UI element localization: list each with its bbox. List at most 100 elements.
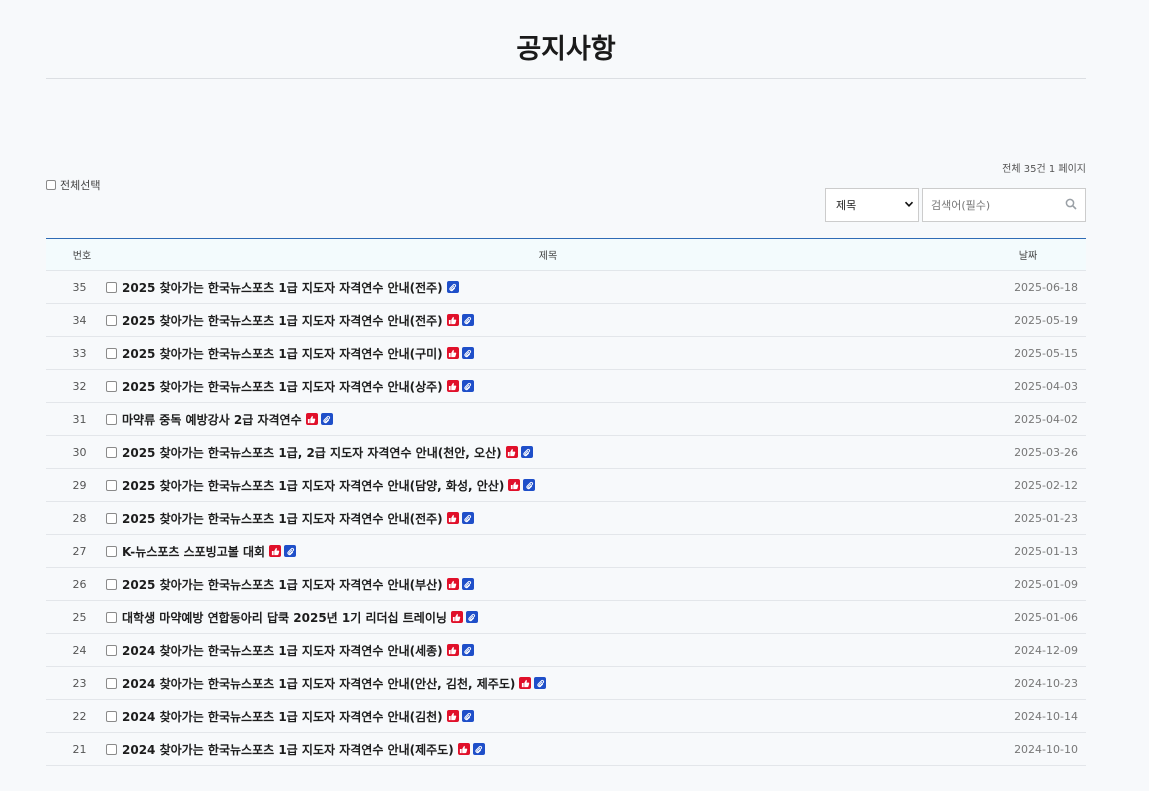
row-checkbox[interactable] [106, 446, 117, 458]
thumbs-up-icon [446, 380, 459, 392]
row-title-link[interactable]: 2024 찾아가는 한국뉴스포츠 1급 지도자 자격연수 안내(안산, 김천, … [122, 675, 515, 692]
thumbs-up-icon [446, 578, 459, 590]
row-date: 2025-01-13 [1014, 544, 1078, 558]
header-num: 번호 [72, 251, 92, 262]
table-row[interactable]: 32 2025 찾아가는 한국뉴스포츠 1급 지도자 자격연수 안내(상주) 2… [46, 370, 1086, 403]
table-row[interactable]: 28 2025 찾아가는 한국뉴스포츠 1급 지도자 자격연수 안내(전주) 2… [46, 502, 1086, 535]
row-checkbox[interactable] [106, 281, 117, 293]
row-checkbox[interactable] [106, 347, 117, 359]
row-title-link[interactable]: 2025 찾아가는 한국뉴스포츠 1급 지도자 자격연수 안내(담양, 화성, … [122, 477, 504, 494]
table-row[interactable]: 27 K-뉴스포츠 스포빙고볼 대회 2025-01-13 [46, 535, 1086, 568]
row-title-cell: 2025 찾아가는 한국뉴스포츠 1급, 2급 지도자 자격연수 안내(천안, … [106, 444, 958, 461]
row-title-link[interactable]: 2024 찾아가는 한국뉴스포츠 1급 지도자 자격연수 안내(김천) [122, 708, 443, 725]
table-row[interactable]: 22 2024 찾아가는 한국뉴스포츠 1급 지도자 자격연수 안내(김천) 2… [46, 700, 1086, 733]
paperclip-icon [461, 578, 474, 590]
row-checkbox[interactable] [106, 380, 117, 392]
table-row[interactable]: 35 2025 찾아가는 한국뉴스포츠 1급 지도자 자격연수 안내(전주) 2… [46, 271, 1086, 304]
paperclip-icon [461, 314, 474, 326]
row-title-cell: K-뉴스포츠 스포빙고볼 대회 [106, 543, 958, 560]
thumbs-up-icon [446, 512, 459, 524]
row-number: 30 [72, 445, 87, 459]
paperclip-icon [461, 644, 474, 656]
row-date: 2025-06-18 [1014, 280, 1078, 294]
row-title-link[interactable]: 2024 찾아가는 한국뉴스포츠 1급 지도자 자격연수 안내(세종) [122, 642, 443, 659]
row-title-link[interactable]: 대학생 마약예방 연합동아리 답쿡 2025년 1기 리더십 트레이닝 [122, 609, 447, 626]
thumbs-up-icon [505, 446, 518, 458]
search-field-value: 제목 [836, 199, 857, 212]
row-checkbox[interactable] [106, 512, 117, 524]
row-number: 33 [72, 346, 87, 360]
thumbs-up-icon [508, 479, 521, 491]
row-checkbox[interactable] [106, 677, 117, 689]
row-number: 23 [72, 676, 87, 690]
row-checkbox[interactable] [106, 743, 117, 755]
row-title-cell: 2024 찾아가는 한국뉴스포츠 1급 지도자 자격연수 안내(안산, 김천, … [106, 675, 958, 692]
paperclip-icon [461, 347, 474, 359]
table-row[interactable]: 25 대학생 마약예방 연합동아리 답쿡 2025년 1기 리더십 트레이닝 2… [46, 601, 1086, 634]
row-number: 28 [72, 511, 87, 525]
row-date: 2025-05-15 [1014, 346, 1078, 360]
table-row[interactable]: 31 마약류 중독 예방강사 2급 자격연수 2025-04-02 [46, 403, 1086, 436]
thumbs-up-icon [446, 314, 459, 326]
table-row[interactable]: 26 2025 찾아가는 한국뉴스포츠 1급 지도자 자격연수 안내(부산) 2… [46, 568, 1086, 601]
row-title-link[interactable]: K-뉴스포츠 스포빙고볼 대회 [122, 543, 265, 560]
row-checkbox[interactable] [106, 479, 117, 491]
row-checkbox[interactable] [106, 545, 117, 557]
table-header: 번호 제목 날짜 [46, 239, 1086, 271]
table-row[interactable]: 34 2025 찾아가는 한국뉴스포츠 1급 지도자 자격연수 안내(전주) 2… [46, 304, 1086, 337]
row-date: 2025-01-06 [1014, 610, 1078, 624]
table-row[interactable]: 30 2025 찾아가는 한국뉴스포츠 1급, 2급 지도자 자격연수 안내(천… [46, 436, 1086, 469]
table-row[interactable]: 21 2024 찾아가는 한국뉴스포츠 1급 지도자 자격연수 안내(제주도) … [46, 733, 1086, 766]
row-number: 24 [72, 643, 87, 657]
search-field-select[interactable]: 제목 [825, 188, 919, 222]
row-number: 32 [72, 379, 87, 393]
table-row[interactable]: 29 2025 찾아가는 한국뉴스포츠 1급 지도자 자격연수 안내(담양, 화… [46, 469, 1086, 502]
notice-table: 번호 제목 날짜 35 2025 찾아가는 한국뉴스포츠 1급 지도자 자격연수… [46, 238, 1086, 766]
row-title-link[interactable]: 마약류 중독 예방강사 2급 자격연수 [122, 411, 302, 428]
row-date: 2025-01-09 [1014, 577, 1078, 591]
row-title-cell: 2025 찾아가는 한국뉴스포츠 1급 지도자 자격연수 안내(전주) [106, 312, 958, 329]
paperclip-icon [461, 380, 474, 392]
row-title-cell: 마약류 중독 예방강사 2급 자격연수 [106, 411, 958, 428]
row-checkbox[interactable] [106, 644, 117, 656]
paperclip-icon [461, 710, 474, 722]
row-number: 34 [72, 313, 87, 327]
row-date: 2025-04-02 [1014, 412, 1078, 426]
row-checkbox[interactable] [106, 611, 117, 623]
row-title-link[interactable]: 2025 찾아가는 한국뉴스포츠 1급, 2급 지도자 자격연수 안내(천안, … [122, 444, 502, 461]
paperclip-icon [461, 512, 474, 524]
paperclip-icon [465, 611, 478, 623]
row-title-link[interactable]: 2025 찾아가는 한국뉴스포츠 1급 지도자 자격연수 안내(전주) [122, 279, 443, 296]
thumbs-up-icon [446, 347, 459, 359]
thumbs-up-icon [457, 743, 470, 755]
thumbs-up-icon [446, 644, 459, 656]
search-icon[interactable] [1065, 198, 1077, 213]
table-row[interactable]: 23 2024 찾아가는 한국뉴스포츠 1급 지도자 자격연수 안내(안산, 김… [46, 667, 1086, 700]
row-checkbox[interactable] [106, 578, 117, 590]
row-date: 2025-04-03 [1014, 379, 1078, 393]
row-title-link[interactable]: 2025 찾아가는 한국뉴스포츠 1급 지도자 자격연수 안내(부산) [122, 576, 443, 593]
select-all-checkbox[interactable]: 전체선택 [46, 177, 100, 193]
row-checkbox[interactable] [106, 710, 117, 722]
table-row[interactable]: 24 2024 찾아가는 한국뉴스포츠 1급 지도자 자격연수 안내(세종) 2… [46, 634, 1086, 667]
row-title-cell: 2025 찾아가는 한국뉴스포츠 1급 지도자 자격연수 안내(전주) [106, 510, 958, 527]
checkbox-icon[interactable] [46, 180, 56, 190]
row-number: 26 [72, 577, 87, 591]
paperclip-icon [523, 479, 536, 491]
search-input[interactable]: 검색어(필수) [922, 188, 1086, 222]
table-row[interactable]: 33 2025 찾아가는 한국뉴스포츠 1급 지도자 자격연수 안내(구미) 2… [46, 337, 1086, 370]
row-date: 2024-12-09 [1014, 643, 1078, 657]
row-checkbox[interactable] [106, 314, 117, 326]
paperclip-icon [446, 281, 459, 293]
row-title-link[interactable]: 2025 찾아가는 한국뉴스포츠 1급 지도자 자격연수 안내(전주) [122, 312, 443, 329]
row-title-cell: 2025 찾아가는 한국뉴스포츠 1급 지도자 자격연수 안내(구미) [106, 345, 958, 362]
row-date: 2024-10-23 [1014, 676, 1078, 690]
row-title-link[interactable]: 2025 찾아가는 한국뉴스포츠 1급 지도자 자격연수 안내(상주) [122, 378, 443, 395]
row-title-link[interactable]: 2025 찾아가는 한국뉴스포츠 1급 지도자 자격연수 안내(구미) [122, 345, 443, 362]
row-checkbox[interactable] [106, 413, 117, 425]
row-number: 21 [72, 742, 87, 756]
paperclip-icon [472, 743, 485, 755]
row-title-link[interactable]: 2024 찾아가는 한국뉴스포츠 1급 지도자 자격연수 안내(제주도) [122, 741, 454, 758]
row-title-link[interactable]: 2025 찾아가는 한국뉴스포츠 1급 지도자 자격연수 안내(전주) [122, 510, 443, 527]
table-body: 35 2025 찾아가는 한국뉴스포츠 1급 지도자 자격연수 안내(전주) 2… [46, 271, 1086, 766]
